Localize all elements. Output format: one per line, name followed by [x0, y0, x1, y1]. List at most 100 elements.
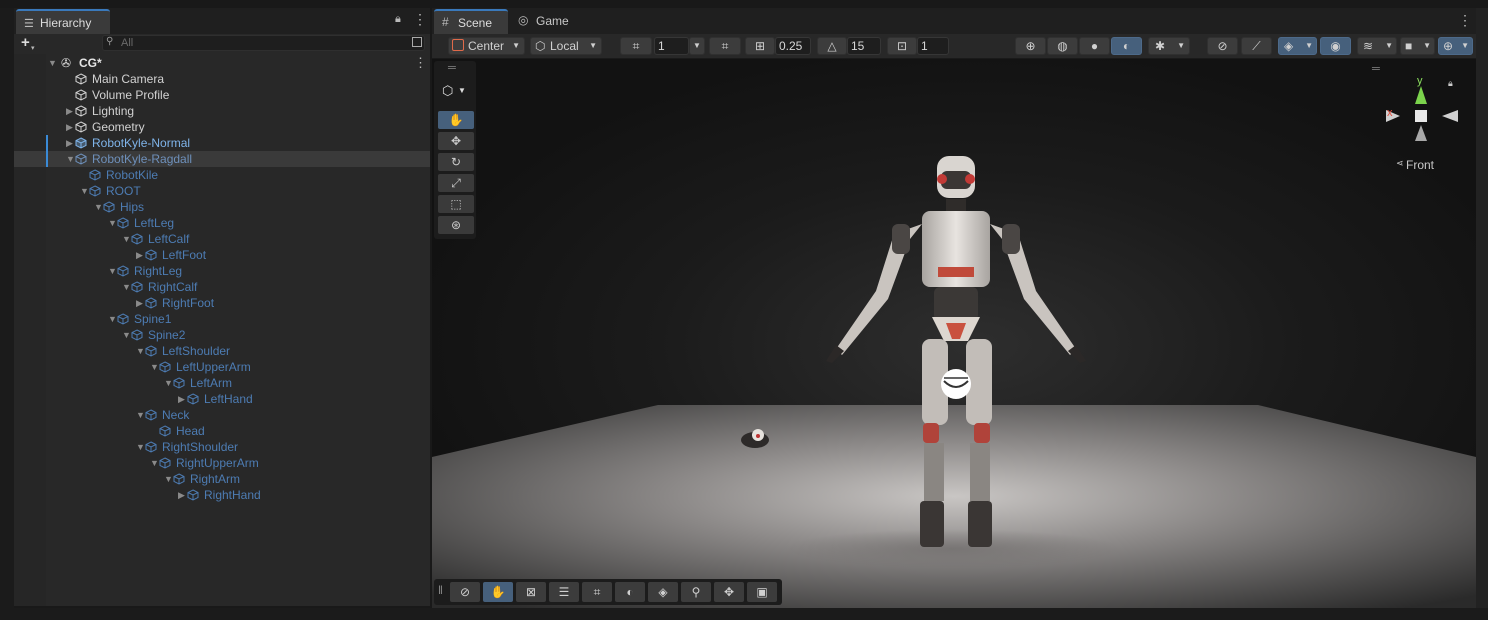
hierarchy-item[interactable]: Volume Profile — [14, 87, 430, 103]
2d-toggle-button[interactable]: ⊘ — [1207, 37, 1238, 55]
collapse-arrow-icon[interactable]: ▼ — [136, 343, 145, 359]
hierarchy-item[interactable]: ▼ Neck — [14, 407, 430, 423]
grid-dropdown-button[interactable]: ▼ — [689, 37, 705, 55]
scene-layers-dropdown[interactable]: ≋ ▼ — [1357, 37, 1397, 55]
rotate-snap-button[interactable]: △ — [817, 37, 847, 55]
collapse-arrow-icon[interactable]: ▼ — [108, 215, 117, 231]
wireframe-shading-button[interactable]: ⊕ — [1015, 37, 1046, 55]
hierarchy-item[interactable]: ▼ LeftUpperArm — [14, 359, 430, 375]
gizmo-lock-icon[interactable]: 🔒︎ — [1448, 78, 1453, 89]
hierarchy-item[interactable]: ▶ RobotKyle-Normal — [14, 135, 430, 151]
lighting-toggle-button[interactable]: ⟋ — [1241, 37, 1272, 55]
expand-arrow-icon[interactable]: ▶ — [178, 487, 185, 503]
expand-arrow-icon[interactable]: ▶ — [136, 295, 143, 311]
overlay-drag-handle[interactable]: ‖ — [438, 583, 443, 597]
collapse-arrow-icon[interactable]: ▼ — [94, 199, 103, 215]
orbit-button[interactable]: ⊘ — [450, 582, 480, 602]
expand-arrow-icon[interactable]: ▶ — [66, 103, 73, 119]
transform-tool-button[interactable]: ⊛ — [438, 216, 474, 234]
hand-tool-button[interactable]: ✋ — [438, 111, 474, 129]
debug-draw-dropdown[interactable]: ✱ ▼ — [1148, 37, 1190, 55]
lock-icon[interactable]: 🔒︎ — [395, 13, 401, 26]
scene-root-row[interactable]: ▼ ✇ CG* ⋮ — [14, 55, 430, 71]
lighting-mode-button[interactable]: ◐ — [615, 582, 645, 602]
camera-preview-button[interactable]: ▣ — [747, 582, 777, 602]
pivot-mode-dropdown[interactable]: Center ▼ — [448, 37, 525, 55]
expand-arrow-icon[interactable]: ▶ — [66, 119, 73, 135]
tab-hierarchy[interactable]: ☰ Hierarchy — [16, 9, 110, 34]
rotate-tool-button[interactable]: ↻ — [438, 153, 474, 171]
hierarchy-item[interactable]: ▶ Geometry — [14, 119, 430, 135]
navigation-button[interactable]: ✥ — [714, 582, 744, 602]
search-filter-icon[interactable] — [412, 37, 422, 47]
collapse-arrow-icon[interactable]: ▼ — [122, 231, 131, 247]
collapse-arrow-icon[interactable]: ▼ — [80, 183, 89, 199]
scene-kebab-icon[interactable]: ⋮ — [1458, 12, 1472, 29]
expand-arrow-icon[interactable]: ▼ — [48, 55, 57, 71]
move-snap-field[interactable]: 0.25 — [775, 37, 811, 55]
hierarchy-item[interactable]: ▼ RightCalf — [14, 279, 430, 295]
hierarchy-item[interactable]: ▼ LeftLeg — [14, 215, 430, 231]
view-label[interactable]: Front — [1406, 158, 1434, 172]
expand-arrow-icon[interactable]: ▶ — [136, 247, 143, 263]
hierarchy-item[interactable]: ▼ RobotKyle-Ragdall — [14, 151, 430, 167]
collapse-arrow-icon[interactable]: ▼ — [164, 375, 173, 391]
kebab-menu-icon[interactable]: ⋮ — [413, 11, 427, 28]
scene-menu-icon[interactable]: ⋮ — [414, 55, 427, 71]
add-object-button[interactable]: + — [21, 34, 30, 51]
tab-scene[interactable]: # Scene — [434, 9, 508, 34]
frame-button[interactable]: ⊠ — [516, 582, 546, 602]
unlit-shading-button[interactable]: ● — [1079, 37, 1110, 55]
rect-tool-button[interactable]: ⬚ — [438, 195, 474, 213]
hierarchy-item[interactable]: Main Camera — [14, 71, 430, 87]
move-snap-button[interactable]: ⊞ — [745, 37, 775, 55]
hierarchy-item[interactable]: ▼ Spine1 — [14, 311, 430, 327]
rotate-snap-field[interactable]: 15 — [847, 37, 881, 55]
collapse-arrow-icon[interactable]: ▼ — [150, 455, 159, 471]
grid-overlay-button[interactable]: ⌗ — [582, 582, 612, 602]
collapse-arrow-icon[interactable]: ▼ — [164, 471, 173, 487]
shaded-wireframe-button[interactable]: ◍ — [1047, 37, 1078, 55]
pan-button[interactable]: ✋ — [483, 582, 513, 602]
hierarchy-item[interactable]: ▼ RightShoulder — [14, 439, 430, 455]
hierarchy-item[interactable]: ▼ RightArm — [14, 471, 430, 487]
hierarchy-item[interactable]: ▼ LeftArm — [14, 375, 430, 391]
effects-dropdown[interactable]: ◈ ▼ — [1278, 37, 1317, 55]
hierarchy-item[interactable]: ▼ RightUpperArm — [14, 455, 430, 471]
overlay-drag-handle[interactable]: ═ — [1372, 63, 1380, 75]
hierarchy-item[interactable]: ▼ ROOT — [14, 183, 430, 199]
hierarchy-item[interactable]: ▶ Lighting — [14, 103, 430, 119]
pivot-rotation-dropdown[interactable]: ⬡ Local ▼ — [530, 37, 602, 55]
collapse-arrow-icon[interactable]: ▼ — [108, 263, 117, 279]
hierarchy-item[interactable]: ▼ LeftShoulder — [14, 343, 430, 359]
cube-icon[interactable]: ⬡ — [442, 83, 453, 99]
orientation-gizmo[interactable] — [1386, 86, 1458, 141]
hierarchy-item[interactable]: ▶ LeftFoot — [14, 247, 430, 263]
hierarchy-item[interactable]: ▶ RightFoot — [14, 295, 430, 311]
collapse-arrow-icon[interactable]: ▼ — [150, 359, 159, 375]
scene-viewport[interactable]: y x 🔒︎ ⋖ Front ═ ═ ⬡ ▼ ✋ ✥ ↻ ⤢ ⬚ ⊛ ‖ ⊘ ✋… — [432, 59, 1476, 608]
collapse-arrow-icon[interactable]: ▼ — [136, 407, 145, 423]
expand-arrow-icon[interactable]: ▶ — [66, 135, 73, 151]
tab-game[interactable]: ◎ Game — [512, 9, 582, 34]
hierarchy-item[interactable]: Head — [14, 423, 430, 439]
hierarchy-item[interactable]: ▶ LeftHand — [14, 391, 430, 407]
scale-tool-button[interactable]: ⤢ — [438, 174, 474, 192]
collapse-arrow-icon[interactable]: ▼ — [108, 311, 117, 327]
hierarchy-item[interactable]: ▼ Spine2 — [14, 327, 430, 343]
expand-arrow-icon[interactable]: ▶ — [178, 391, 185, 407]
hierarchy-item[interactable]: RobotKile — [14, 167, 430, 183]
search-button[interactable]: ⚲ — [681, 582, 711, 602]
gizmos-dropdown[interactable]: ⊕ ▼ — [1438, 37, 1473, 55]
hierarchy-item[interactable]: ▼ RightLeg — [14, 263, 430, 279]
collapse-arrow-icon[interactable]: ▼ — [122, 327, 131, 343]
lit-shading-button[interactable]: ◐ — [1111, 37, 1142, 55]
overlay-drag-handle[interactable]: ═ — [448, 62, 456, 74]
scale-snap-field[interactable]: 1 — [917, 37, 949, 55]
collapse-arrow-icon[interactable]: ▼ — [122, 279, 131, 295]
collapse-arrow-icon[interactable]: ▼ — [136, 439, 145, 455]
search-input[interactable]: ⚲ All — [102, 35, 425, 51]
move-tool-button[interactable]: ✥ — [438, 132, 474, 150]
grid-size-field[interactable]: 1 — [654, 37, 689, 55]
hierarchy-item[interactable]: ▶ RightHand — [14, 487, 430, 503]
